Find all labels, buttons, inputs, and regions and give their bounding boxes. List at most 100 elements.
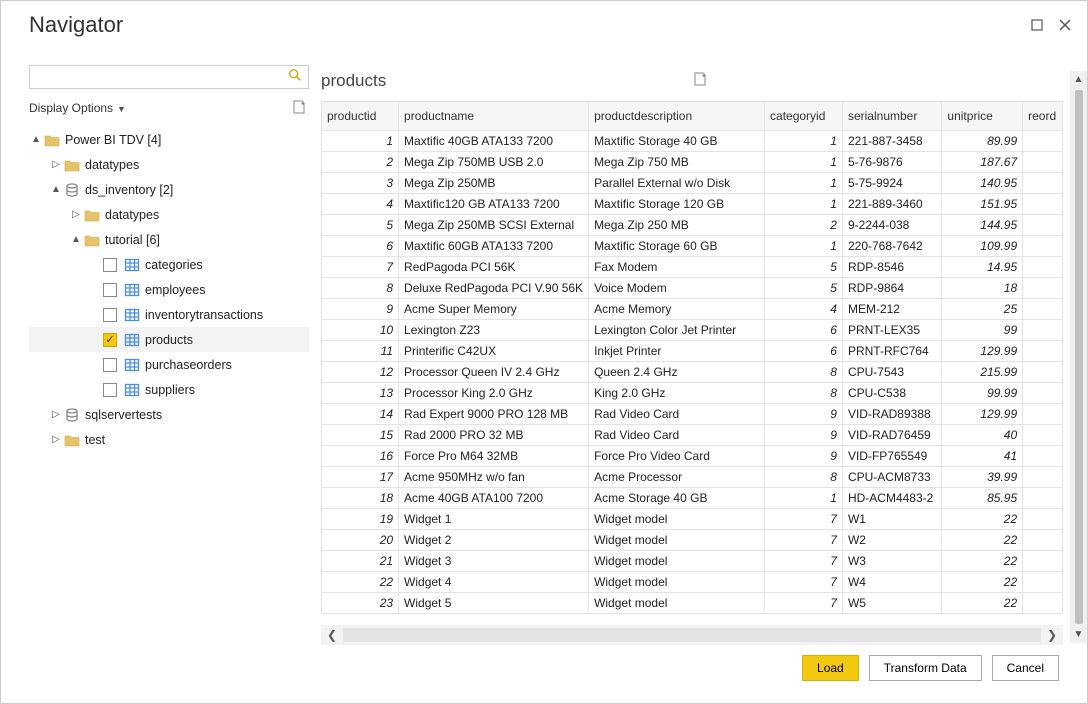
tree-node[interactable]: suppliers bbox=[29, 377, 309, 402]
tree-node[interactable]: ▲ds_inventory [2] bbox=[29, 177, 309, 202]
tree-label: purchaseorders bbox=[145, 358, 232, 372]
table-row[interactable]: 12Processor Queen IV 2.4 GHzQueen 2.4 GH… bbox=[322, 361, 1063, 382]
tree-checkbox[interactable] bbox=[103, 383, 117, 397]
tree-node[interactable]: employees bbox=[29, 277, 309, 302]
table-row[interactable]: 9Acme Super MemoryAcme Memory4MEM-21225 bbox=[322, 298, 1063, 319]
table-row[interactable]: 23Widget 5Widget model7W522 bbox=[322, 592, 1063, 613]
search-input[interactable] bbox=[29, 65, 309, 89]
maximize-icon[interactable] bbox=[1023, 11, 1051, 39]
cell: 8 bbox=[322, 277, 399, 298]
cell: 6 bbox=[322, 235, 399, 256]
tree-checkbox[interactable]: ✓ bbox=[103, 333, 117, 347]
tree-node[interactable]: ▷ datatypes bbox=[29, 152, 309, 177]
twisty-icon[interactable]: ▷ bbox=[69, 209, 83, 220]
cell: W1 bbox=[842, 508, 941, 529]
scroll-left-icon[interactable]: ❮ bbox=[321, 628, 343, 642]
scroll-right-icon[interactable]: ❯ bbox=[1041, 628, 1063, 642]
table-row[interactable]: 19Widget 1Widget model7W122 bbox=[322, 508, 1063, 529]
cell: Mega Zip 750 MB bbox=[589, 151, 765, 172]
transform-data-button[interactable]: Transform Data bbox=[869, 655, 982, 681]
table-row[interactable]: 10Lexington Z23Lexington Color Jet Print… bbox=[322, 319, 1063, 340]
cell: 7 bbox=[765, 592, 843, 613]
cell: 15 bbox=[322, 424, 399, 445]
tree-node[interactable]: ▷test bbox=[29, 427, 309, 452]
tree-checkbox[interactable] bbox=[103, 358, 117, 372]
horizontal-scrollbar[interactable]: ❮ ❯ bbox=[321, 625, 1063, 645]
table-row[interactable]: 7RedPagoda PCI 56KFax Modem5RDP-854614.9… bbox=[322, 256, 1063, 277]
cell: Queen 2.4 GHz bbox=[589, 361, 765, 382]
display-options-button[interactable]: Display Options▼ bbox=[29, 101, 291, 115]
column-header[interactable]: productid bbox=[322, 102, 399, 130]
table-row[interactable]: 1Maxtific 40GB ATA133 7200Maxtific Stora… bbox=[322, 130, 1063, 151]
table-row[interactable]: 22Widget 4Widget model7W422 bbox=[322, 571, 1063, 592]
table-row[interactable]: 2Mega Zip 750MB USB 2.0Mega Zip 750 MB15… bbox=[322, 151, 1063, 172]
tree-node[interactable]: categories bbox=[29, 252, 309, 277]
tree[interactable]: ▲Power BI TDV [4] ▷ datatypes ▲ds_inventory… bbox=[29, 127, 309, 647]
table-row[interactable]: 14Rad Expert 9000 PRO 128 MBRad Video Ca… bbox=[322, 403, 1063, 424]
cell: Voice Modem bbox=[589, 277, 765, 298]
table-row[interactable]: 11Printerific C42UXInkjet Printer6PRNT-R… bbox=[322, 340, 1063, 361]
twisty-icon[interactable]: ▲ bbox=[29, 134, 43, 145]
db-icon bbox=[63, 406, 81, 424]
tree-node[interactable]: ▷datatypes bbox=[29, 202, 309, 227]
table-row[interactable]: 13Processor King 2.0 GHzKing 2.0 GHz8CPU… bbox=[322, 382, 1063, 403]
tree-label: datatypes bbox=[85, 158, 139, 172]
table-row[interactable]: 8Deluxe RedPagoda PCI V.90 56KVoice Mode… bbox=[322, 277, 1063, 298]
cell: Maxtific Storage 40 GB bbox=[589, 130, 765, 151]
table-row[interactable]: 3Mega Zip 250MBParallel External w/o Dis… bbox=[322, 172, 1063, 193]
table-row[interactable]: 21Widget 3Widget model7W322 bbox=[322, 550, 1063, 571]
close-icon[interactable] bbox=[1051, 11, 1079, 39]
scroll-down-icon[interactable]: ▼ bbox=[1070, 626, 1087, 643]
scroll-up-icon[interactable]: ▲ bbox=[1070, 71, 1087, 88]
cell bbox=[1023, 466, 1063, 487]
table-row[interactable]: 16Force Pro M64 32MBForce Pro Video Card… bbox=[322, 445, 1063, 466]
twisty-icon[interactable]: ▲ bbox=[49, 184, 63, 195]
tree-checkbox[interactable] bbox=[103, 258, 117, 272]
cell: 10 bbox=[322, 319, 399, 340]
load-button[interactable]: Load bbox=[802, 655, 859, 681]
preview-refresh-icon[interactable] bbox=[692, 71, 1063, 92]
table-row[interactable]: 20Widget 2Widget model7W222 bbox=[322, 529, 1063, 550]
tree-node[interactable]: purchaseorders bbox=[29, 352, 309, 377]
scroll-thumb[interactable] bbox=[1075, 90, 1083, 624]
column-header[interactable]: serialnumber bbox=[842, 102, 941, 130]
vertical-scrollbar[interactable]: ▲ ▼ bbox=[1070, 71, 1087, 643]
tree-node[interactable]: ▲tutorial [6] bbox=[29, 227, 309, 252]
folder-icon bbox=[83, 206, 101, 224]
refresh-icon[interactable] bbox=[291, 99, 309, 118]
tree-node[interactable]: ▲Power BI TDV [4] bbox=[29, 127, 309, 152]
twisty-icon[interactable]: ▲ bbox=[69, 234, 83, 245]
table-icon bbox=[123, 281, 141, 299]
twisty-icon[interactable]: ▷ bbox=[49, 409, 63, 420]
column-header[interactable]: productdescription bbox=[589, 102, 765, 130]
cell: Widget 2 bbox=[399, 529, 589, 550]
tree-node[interactable]: ✓products bbox=[29, 327, 309, 352]
column-header[interactable]: productname bbox=[399, 102, 589, 130]
cell: 19 bbox=[322, 508, 399, 529]
cell: 1 bbox=[765, 151, 843, 172]
table-row[interactable]: 4Maxtific120 GB ATA133 7200Maxtific Stor… bbox=[322, 193, 1063, 214]
tree-checkbox[interactable] bbox=[103, 283, 117, 297]
cell bbox=[1023, 172, 1063, 193]
table-row[interactable]: 6Maxtific 60GB ATA133 7200Maxtific Stora… bbox=[322, 235, 1063, 256]
table-row[interactable]: 5Mega Zip 250MB SCSI ExternalMega Zip 25… bbox=[322, 214, 1063, 235]
table-row[interactable]: 18Acme 40GB ATA100 7200Acme Storage 40 G… bbox=[322, 487, 1063, 508]
twisty-icon[interactable]: ▷ bbox=[49, 434, 63, 445]
tree-checkbox[interactable] bbox=[103, 308, 117, 322]
cell: Acme Processor bbox=[589, 466, 765, 487]
table-row[interactable]: 15Rad 2000 PRO 32 MBRad Video Card9VID-R… bbox=[322, 424, 1063, 445]
column-header[interactable]: reord bbox=[1023, 102, 1063, 130]
search-icon[interactable] bbox=[288, 68, 304, 87]
table-row[interactable]: 17Acme 950MHz w/o fanAcme Processor8CPU-… bbox=[322, 466, 1063, 487]
cell bbox=[1023, 592, 1063, 613]
column-header[interactable]: categoryid bbox=[765, 102, 843, 130]
table-icon bbox=[123, 306, 141, 324]
cell: 129.99 bbox=[942, 340, 1023, 361]
twisty-icon[interactable]: ▷ bbox=[49, 159, 63, 170]
search-field[interactable] bbox=[34, 67, 288, 87]
cancel-button[interactable]: Cancel bbox=[992, 655, 1059, 681]
tree-node[interactable]: inventorytransactions bbox=[29, 302, 309, 327]
column-header[interactable]: unitprice bbox=[942, 102, 1023, 130]
tree-node[interactable]: ▷sqlservertests bbox=[29, 402, 309, 427]
data-grid[interactable]: productidproductnameproductdescriptionca… bbox=[321, 102, 1063, 614]
